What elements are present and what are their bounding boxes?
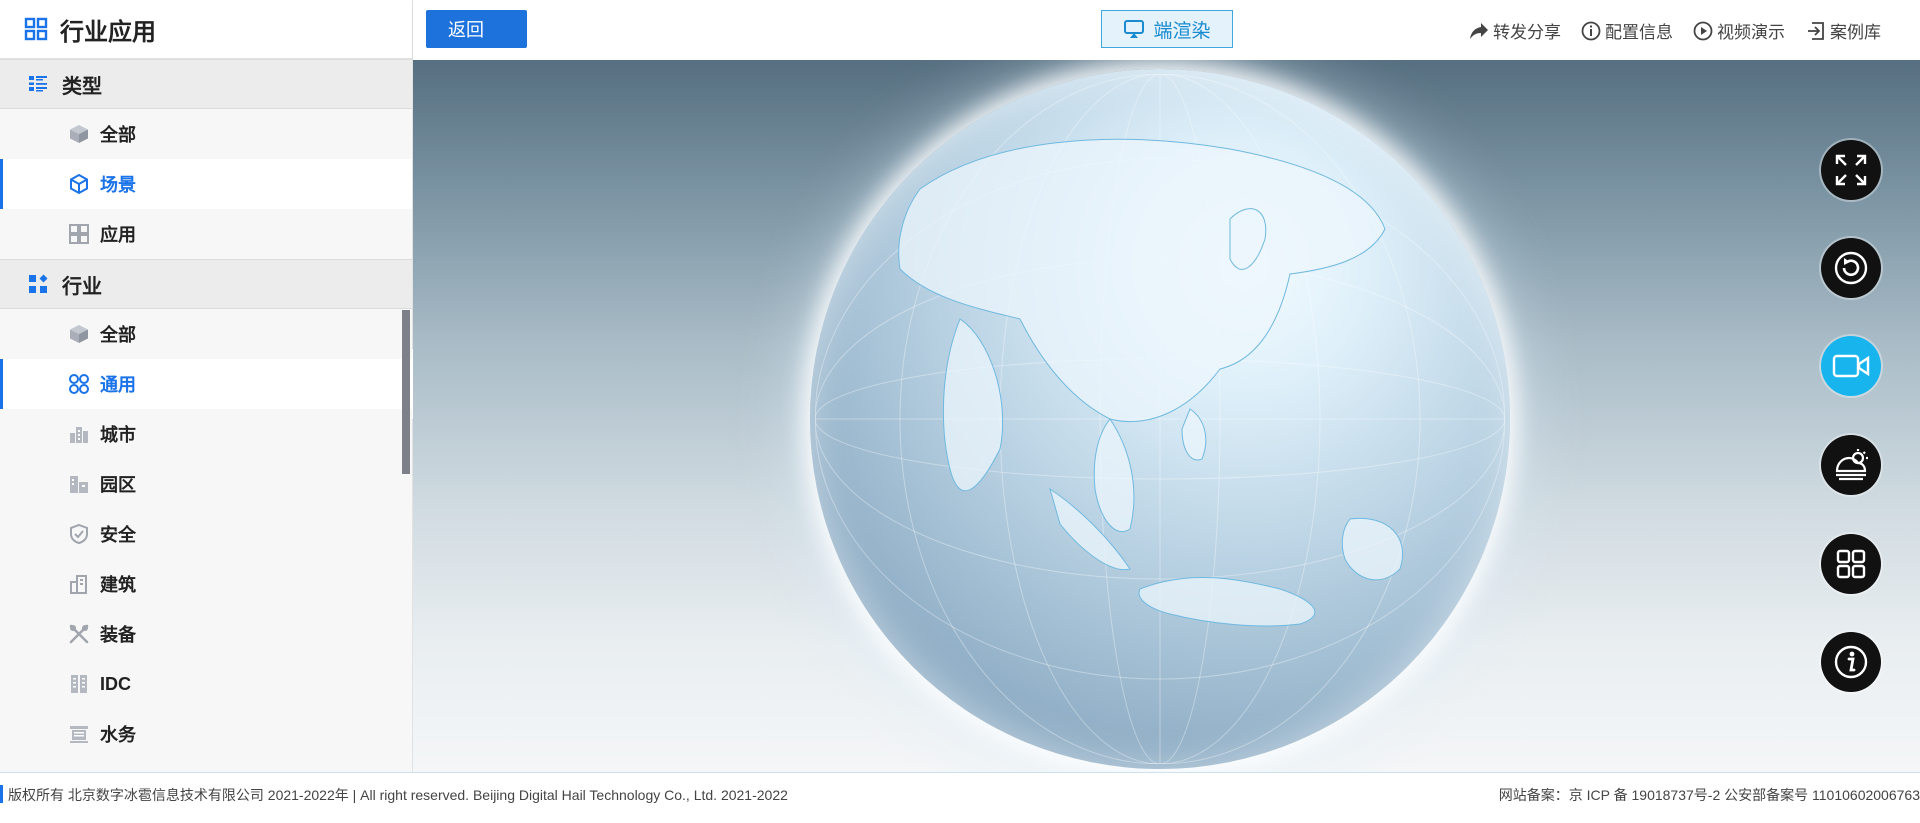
sidebar-item-label: 通用: [100, 375, 136, 395]
cube-icon: [70, 325, 88, 343]
sidebar-item-label: 全部: [100, 125, 136, 145]
sidebar-item-label: 城市: [100, 425, 136, 445]
sidebar-item-idc[interactable]: IDC: [0, 659, 412, 709]
rotate-icon: [1834, 251, 1868, 285]
share-label: 转发分享: [1493, 23, 1561, 42]
render-mode-button[interactable]: 端渲染: [1101, 10, 1233, 48]
back-button[interactable]: 返回: [426, 10, 527, 48]
sidebar-item-app[interactable]: 应用: [0, 209, 412, 259]
section-header-label: 行业: [62, 275, 102, 298]
shield-icon: [70, 523, 88, 545]
sidebar-title-text: 行业应用: [60, 18, 156, 46]
sidebar-item-label: IDC: [100, 673, 131, 694]
fullscreen-button[interactable]: [1821, 140, 1881, 200]
video-link[interactable]: 视频演示: [1693, 18, 1785, 43]
render-mode-label: 端渲染: [1153, 20, 1211, 42]
section-header-label: 类型: [62, 75, 102, 98]
weather-icon: [1835, 449, 1868, 481]
sidebar-item-city[interactable]: 城市: [0, 409, 412, 459]
icp-record[interactable]: 网站备案：京 ICP 备 19018737号-2 公安部备案号 11010602…: [1499, 785, 1920, 805]
app-grid-icon: [69, 224, 89, 244]
sidebar-item-label: 场景: [100, 175, 136, 195]
category-icon: [29, 274, 48, 293]
server-icon: [71, 675, 87, 693]
sidebar-item-label: 应用: [100, 225, 136, 245]
cases-link[interactable]: 案例库: [1806, 18, 1881, 43]
login-icon: [1808, 21, 1824, 40]
sidebar-scrollbar[interactable]: [402, 310, 410, 474]
earth-globe[interactable]: [810, 69, 1510, 769]
globe-grid: [815, 74, 1505, 764]
fullscreen-icon: [1835, 154, 1867, 186]
water-icon: [70, 726, 88, 743]
sidebar-item-industry-all[interactable]: 全部: [0, 309, 412, 359]
building-icon: [70, 575, 87, 594]
weather-button[interactable]: [1821, 435, 1881, 495]
sidebar: 行业应用 类型 全部 场景 应用 行业 全部 通用 城市 园区 安全 建筑 装备…: [0, 0, 413, 772]
sidebar-item-label: 园区: [100, 475, 136, 495]
layout-button[interactable]: [1821, 534, 1881, 594]
share-arrow-icon: [1470, 22, 1488, 39]
sidebar-item-label: 全部: [100, 325, 136, 345]
scene-viewport[interactable]: [413, 60, 1920, 772]
four-circles-icon: [69, 374, 89, 394]
sidebar-item-park[interactable]: 园区: [0, 459, 412, 509]
sidebar-item-label: 装备: [100, 625, 136, 645]
sidebar-item-scene[interactable]: 场景: [0, 159, 412, 209]
config-label: 配置信息: [1605, 23, 1673, 42]
monitor-icon: [1124, 20, 1145, 38]
sidebar-item-equipment[interactable]: 装备: [0, 609, 412, 659]
tools-icon: [69, 624, 89, 644]
play-circle-icon: [1693, 21, 1713, 40]
list-icon: [29, 76, 47, 92]
sidebar-item-type-all[interactable]: 全部: [0, 109, 412, 159]
sidebar-item-label: 水务: [100, 725, 136, 745]
footer: 版权所有 北京数字冰雹信息技术有限公司 2021-2022年 | All rig…: [0, 772, 1920, 823]
info-button[interactable]: [1821, 632, 1881, 692]
sidebar-title: 行业应用: [0, 0, 412, 59]
sidebar-item-label: 建筑: [100, 575, 136, 595]
info-circle-icon: [1581, 21, 1601, 40]
section-header-industry[interactable]: 行业: [0, 259, 412, 309]
top-bar: 返回 端渲染 转发分享 配置信息 视频演示 案例库: [413, 0, 1920, 60]
sidebar-item-water[interactable]: 水务: [0, 709, 412, 759]
cube-icon: [70, 125, 88, 143]
park-icon: [70, 476, 88, 493]
section-header-type[interactable]: 类型: [0, 59, 412, 109]
sidebar-item-security[interactable]: 安全: [0, 509, 412, 559]
city-icon: [70, 427, 88, 443]
copyright-text: 版权所有 北京数字冰雹信息技术有限公司 2021-2022年 | All rig…: [8, 787, 788, 803]
cases-label: 案例库: [1830, 23, 1881, 42]
camera-button[interactable]: [1821, 336, 1881, 396]
sidebar-item-building[interactable]: 建筑: [0, 559, 412, 609]
camera-icon: [1832, 354, 1870, 378]
info-icon: [1834, 645, 1868, 679]
grid-icon: [1836, 549, 1866, 579]
video-label: 视频演示: [1717, 23, 1785, 42]
dashboard-grid-icon: [24, 17, 48, 41]
box-outline-icon: [70, 173, 88, 195]
share-link[interactable]: 转发分享: [1469, 18, 1561, 43]
sidebar-item-general[interactable]: 通用: [0, 359, 412, 409]
config-link[interactable]: 配置信息: [1581, 18, 1673, 43]
sidebar-item-label: 安全: [100, 525, 136, 545]
rotate-button[interactable]: [1821, 238, 1881, 298]
